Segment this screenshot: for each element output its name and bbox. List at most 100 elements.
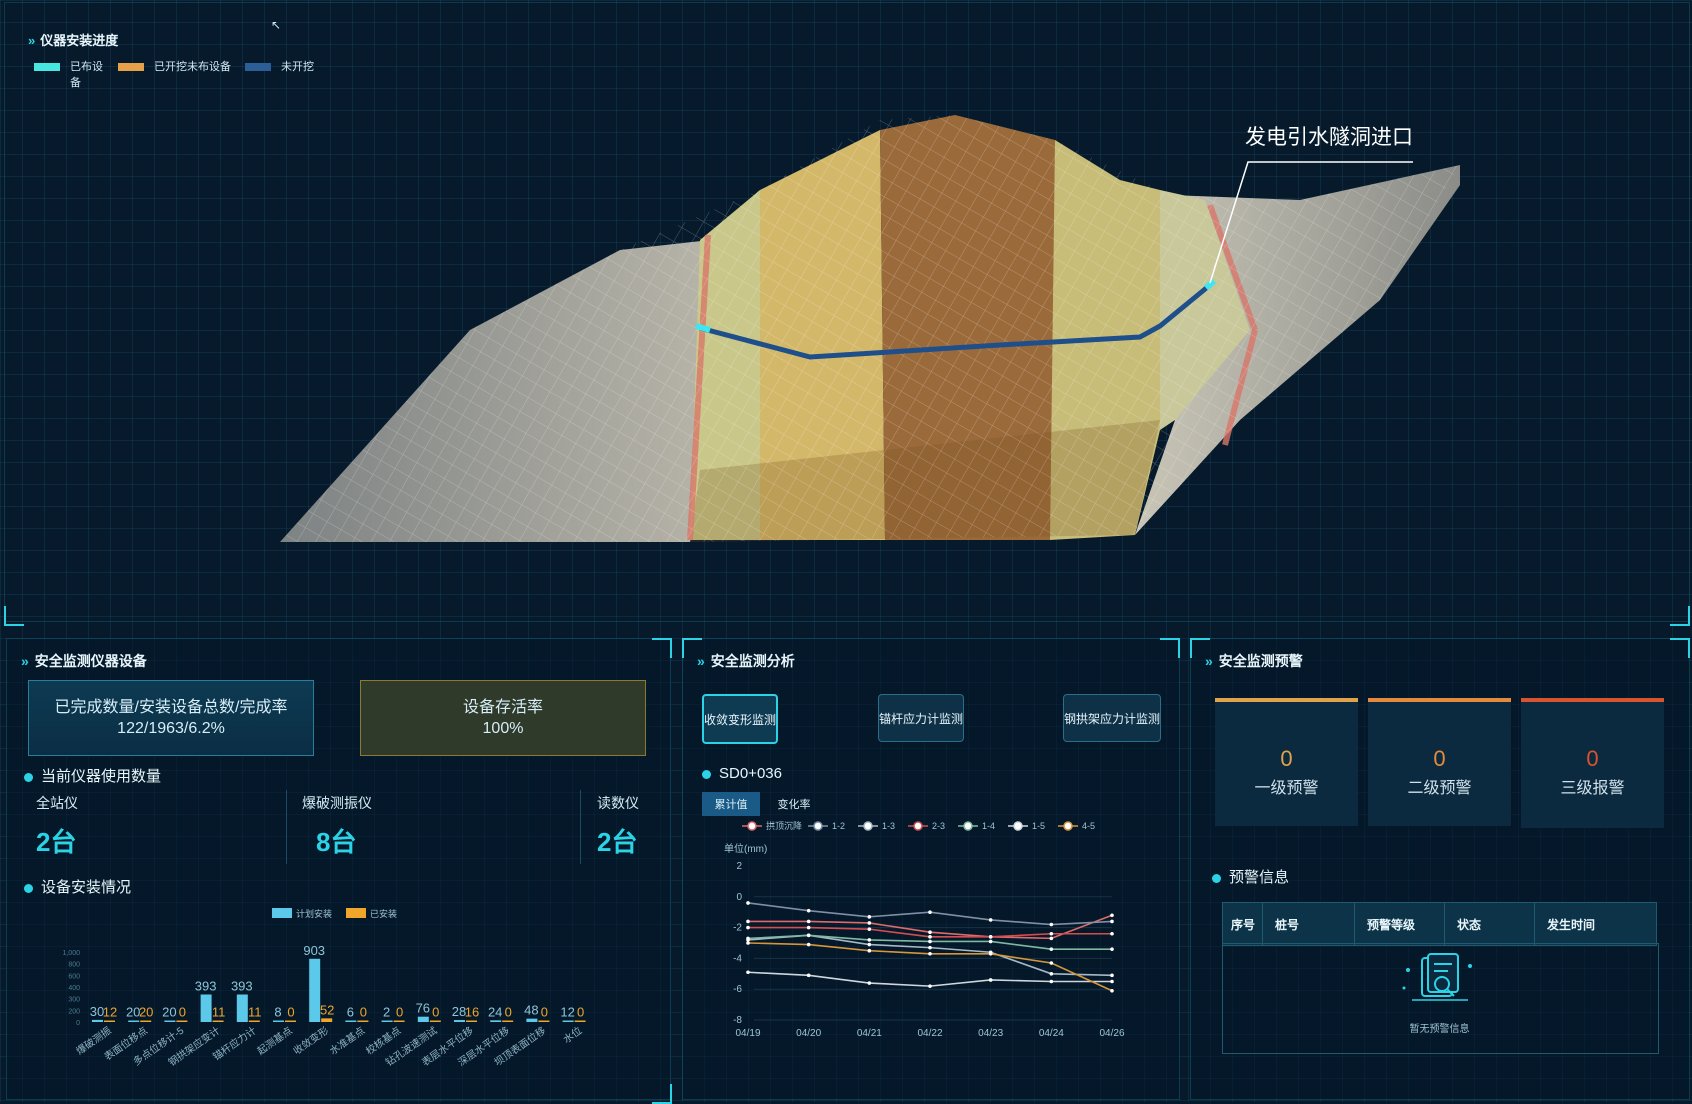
data-point xyxy=(928,951,932,956)
bar-installed xyxy=(574,1020,586,1022)
frame-corner xyxy=(1160,638,1180,658)
empty-text: 暂无预警信息 xyxy=(1409,1024,1470,1035)
bullet-icon xyxy=(1212,873,1221,883)
bar-value-label: 0 xyxy=(577,1005,584,1020)
bar-planned xyxy=(345,1020,357,1022)
column-header: 发生时间 xyxy=(1534,902,1657,946)
bar-installed xyxy=(176,1020,188,1022)
tunnel-label: 发电引水隧洞进口 xyxy=(1245,126,1413,149)
x-tick-label: 起测基点 xyxy=(254,1024,294,1058)
y-tick-label: 200 xyxy=(68,1008,80,1015)
terrain-mesh xyxy=(280,115,1460,542)
station-title: SD0+036 xyxy=(702,765,782,782)
legend-marker xyxy=(863,821,873,831)
y-tick-label: 1,000 xyxy=(62,950,80,957)
usage-title: 当前仪器使用数量 xyxy=(24,765,161,786)
data-point xyxy=(806,925,811,930)
tab-steel-arch-stress-monitoring[interactable]: 钢拱架应力计监测 xyxy=(1063,694,1161,742)
bar-installed xyxy=(393,1020,405,1022)
data-point xyxy=(928,945,932,950)
x-tick-label: 收敛变形 xyxy=(291,1024,331,1058)
frame-corner xyxy=(1670,638,1690,658)
bar-planned xyxy=(381,1020,393,1022)
completion-value: 122/1963/6.2% xyxy=(117,720,225,737)
data-point xyxy=(867,927,872,931)
install-bar-chart[interactable]: 计划安装 已安装02003004006008001,0003012爆破测振2020… xyxy=(40,898,630,1098)
tunnel-end xyxy=(695,323,711,333)
data-point xyxy=(1110,919,1114,924)
bar-installed xyxy=(285,1020,296,1022)
x-tick-label: 04/21 xyxy=(857,1028,882,1039)
data-point xyxy=(867,981,872,985)
survival-box: 设备存活率 100% xyxy=(360,680,646,756)
bar-value-label: 0 xyxy=(179,1005,186,1020)
usage-item-value: 2台 xyxy=(597,827,638,857)
bar-planned xyxy=(236,994,248,1022)
tab-rate[interactable]: 变化率 xyxy=(766,792,822,816)
frame-corner xyxy=(652,1084,672,1104)
warning-label: 三级报警 xyxy=(1560,780,1625,797)
divider xyxy=(286,790,287,864)
bar-planned xyxy=(526,1018,538,1022)
frame-corner xyxy=(1190,638,1210,658)
bullet-icon xyxy=(24,772,33,782)
y-tick-label: 0 xyxy=(736,892,742,903)
tab-convergence-monitoring[interactable]: 收敛变形监测 xyxy=(702,694,778,744)
bar-value-label: 6 xyxy=(347,1005,354,1020)
usage-item-value: 8台 xyxy=(316,827,357,857)
warning-card-level1[interactable]: 0 一级预警 xyxy=(1215,698,1358,826)
bar-planned xyxy=(200,994,212,1022)
warning-card-level2[interactable]: 0 二级预警 xyxy=(1368,698,1511,826)
bar-planned xyxy=(273,1020,284,1022)
warning-panel-title: » 安全监测预警 xyxy=(1205,653,1303,669)
table-header-row: 序号 桩号 预警等级 状态 发生时间 xyxy=(1222,902,1657,946)
bar-value-label: 20 xyxy=(139,1005,153,1020)
bar-value-label: 76 xyxy=(416,1001,430,1016)
bar-value-label: 0 xyxy=(287,1005,294,1020)
bar-value-label: 393 xyxy=(195,978,217,993)
data-point xyxy=(867,948,872,953)
frame-corner xyxy=(682,638,702,658)
bar-planned xyxy=(490,1020,502,1022)
warning-count: 0 xyxy=(1586,746,1599,771)
warning-card-level3[interactable]: 0 三级报警 xyxy=(1521,698,1664,828)
data-point xyxy=(1049,961,1054,965)
terrain-model[interactable]: 发电引水隧洞进口 xyxy=(0,0,1692,620)
empty-document-icon xyxy=(1402,953,1472,1001)
bar-installed xyxy=(466,1020,477,1022)
series-line xyxy=(747,942,1113,992)
y-axis-unit: 单位(mm) xyxy=(724,842,767,855)
data-point xyxy=(988,951,993,956)
bar-value-label: 0 xyxy=(396,1005,403,1020)
y-tick-label: -6 xyxy=(733,984,742,995)
bar-installed xyxy=(357,1020,369,1022)
data-point xyxy=(746,970,750,975)
bar-value-label: 11 xyxy=(248,1005,261,1020)
legend-label: 1-3 xyxy=(882,821,895,831)
bar-value-label: 12 xyxy=(103,1005,117,1020)
bar-installed xyxy=(212,1020,224,1022)
data-point xyxy=(806,942,811,947)
legend-label: 2-3 xyxy=(932,821,945,831)
data-point xyxy=(806,973,811,978)
legend-marker xyxy=(913,821,923,831)
data-point xyxy=(746,941,750,945)
y-tick-label: -4 xyxy=(733,953,742,964)
legend-marker xyxy=(1013,821,1023,831)
warning-info-title: 预警信息 xyxy=(1212,866,1289,887)
bar-planned xyxy=(309,958,321,1022)
legend-swatch xyxy=(346,908,366,918)
survival-label: 设备存活率 xyxy=(462,699,543,716)
usage-item-label: 全站仪 xyxy=(36,795,78,811)
monitoring-line-chart[interactable]: 拱顶沉降 1-2 1-3 2-3 1-4 1-5 4-5 单位(mm) 2 0 -2 -4 -6 -8 04… xyxy=(700,818,1140,1044)
bar-value-label: 48 xyxy=(524,1003,538,1018)
x-tick-label: 04/23 xyxy=(978,1028,1003,1039)
tab-cumulative[interactable]: 累计值 xyxy=(702,792,760,816)
data-point xyxy=(746,936,750,941)
bar-planned xyxy=(562,1020,574,1022)
x-tick-label: 水准基点 xyxy=(327,1024,367,1058)
legend-label: 1-4 xyxy=(982,821,995,831)
x-tick-label: 04/19 xyxy=(735,1028,760,1039)
warning-card-bar xyxy=(1368,698,1511,702)
tab-anchor-stress-monitoring[interactable]: 锚杆应力计监测 xyxy=(878,694,964,742)
